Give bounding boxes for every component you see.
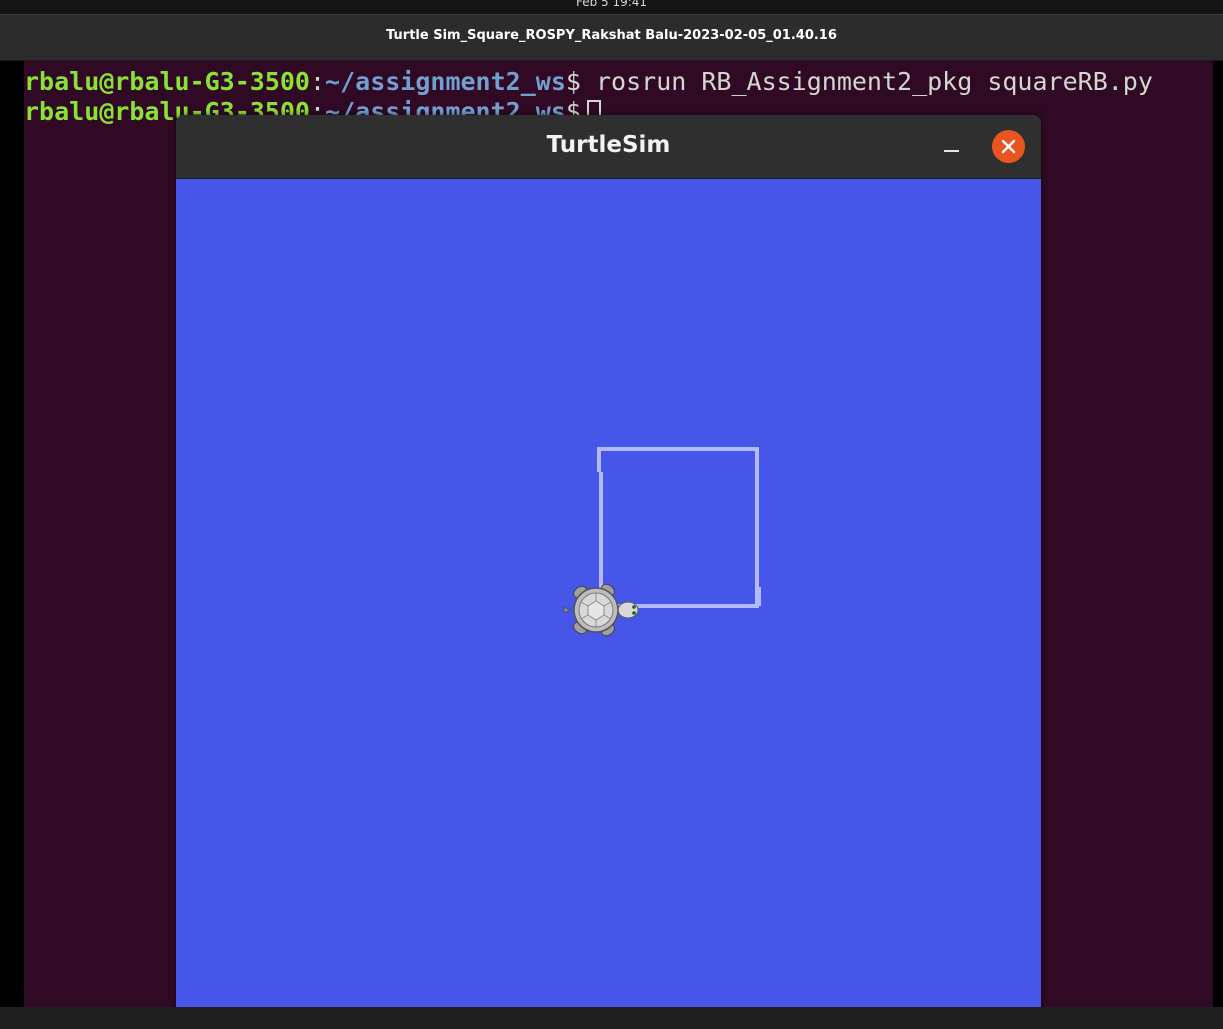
turtle-drawing (563, 447, 761, 637)
turtlesim-canvas (176, 179, 1041, 1007)
minimize-button[interactable] (940, 134, 964, 158)
turtlesim-header[interactable]: TurtleSim (176, 115, 1041, 179)
video-player-titlebar: Turtle Sim_Square_ROSPY_Rakshat Balu-202… (0, 14, 1223, 61)
video-title: Turtle Sim_Square_ROSPY_Rakshat Balu-202… (386, 28, 837, 43)
video-bottom-bar (0, 1007, 1223, 1029)
close-icon (1001, 139, 1016, 154)
terminal-prompt-symbol: $ (565, 67, 581, 96)
terminal-path: ~/assignment2_ws (325, 67, 566, 96)
close-button[interactable] (992, 130, 1025, 163)
video-content: rbalu@rbalu-G3-3500:~/assignment2_ws$ ro… (0, 61, 1223, 1007)
turtle-icon (563, 583, 639, 637)
square-path (597, 447, 759, 608)
terminal-colon: : (309, 67, 326, 96)
terminal-line-1: rbalu@rbalu-G3-3500:~/assignment2_ws$ ro… (24, 67, 1153, 97)
turtlesim-title: TurtleSim (546, 132, 671, 158)
minimize-icon (944, 150, 959, 152)
terminal-user-host: rbalu@rbalu-G3-3500 (24, 67, 310, 96)
system-top-bar: Feb 5 19:41 (0, 0, 1223, 14)
turtlesim-window[interactable]: TurtleSim (176, 115, 1041, 1007)
system-clock[interactable]: Feb 5 19:41 (0, 0, 1223, 10)
terminal-command: rosrun RB_Assignment2_pkg squareRB.py (596, 67, 1153, 96)
